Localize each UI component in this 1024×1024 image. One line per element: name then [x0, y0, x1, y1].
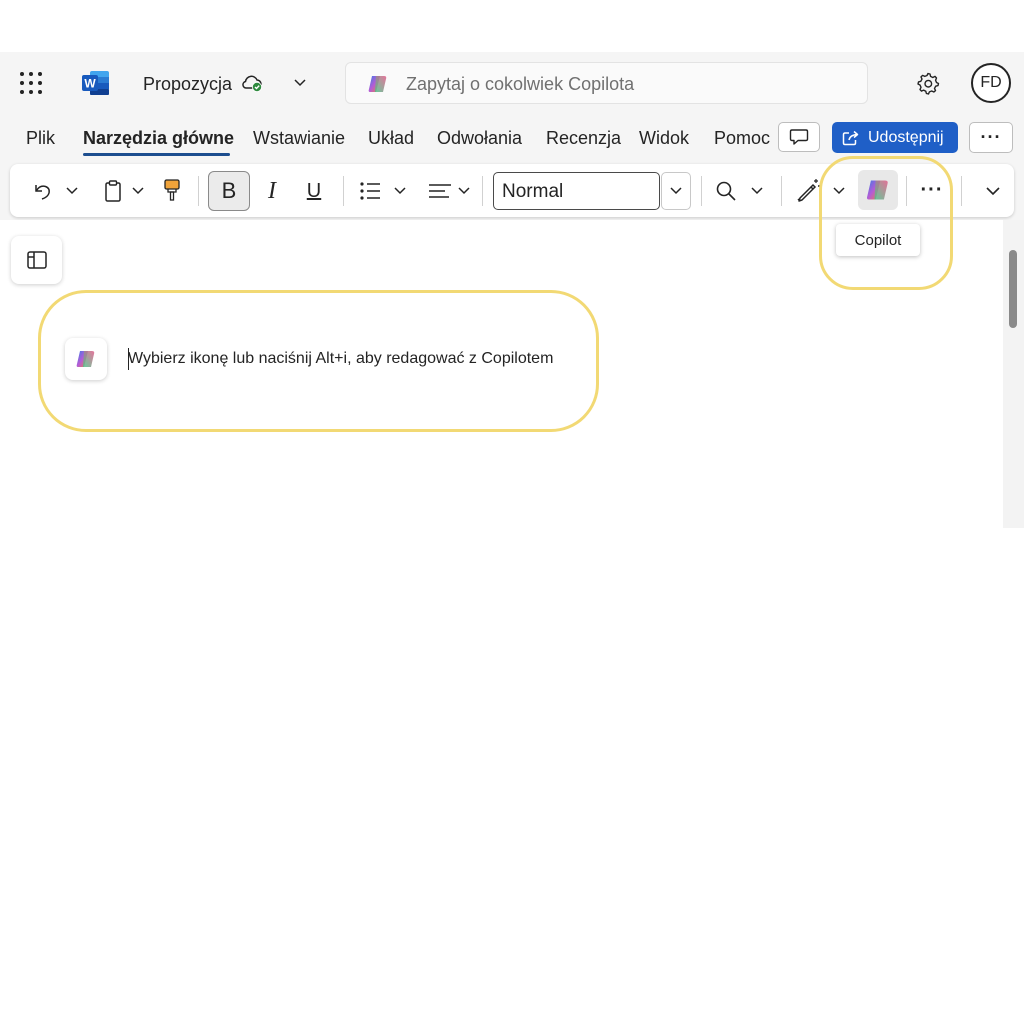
- format-painter-icon[interactable]: [162, 177, 182, 205]
- navigation-pane-button[interactable]: [11, 236, 62, 284]
- copilot-icon: [368, 76, 387, 92]
- designer-pen-icon[interactable]: [794, 176, 822, 204]
- more-options-button[interactable]: ···: [969, 122, 1013, 153]
- formatting-toolbar: B I U Normal ···: [10, 164, 1014, 217]
- navigation-pane-icon: [26, 251, 47, 269]
- paste-clipboard-icon[interactable]: [102, 178, 124, 204]
- tab-pomoc[interactable]: Pomoc: [714, 128, 770, 149]
- toolbar-divider: [701, 176, 702, 206]
- find-chevron-icon[interactable]: [750, 185, 764, 197]
- word-logo-letter: W: [84, 77, 96, 91]
- tab-wstawianie[interactable]: Wstawianie: [253, 128, 345, 149]
- designer-chevron-icon[interactable]: [832, 185, 846, 197]
- ribbon-collapse-chevron-icon[interactable]: [982, 178, 1004, 204]
- chevron-down-icon[interactable]: [292, 77, 308, 89]
- align-left-icon[interactable]: [427, 179, 453, 203]
- tab-widok[interactable]: Widok: [639, 128, 689, 149]
- copilot-prompt-text: Wybierz ikonę lub naciśnij Alt+i, aby re…: [128, 350, 554, 367]
- user-avatar[interactable]: FD: [971, 63, 1011, 103]
- undo-dropdown-chevron-icon[interactable]: [65, 185, 79, 197]
- tab-odwolania[interactable]: Odwołania: [437, 128, 522, 149]
- copilot-tooltip: Copilot: [836, 224, 920, 256]
- chevron-down-icon: [670, 187, 682, 195]
- tab-plik[interactable]: Plik: [26, 128, 55, 149]
- search-placeholder: Zapytaj o cokolwiek Copilota: [406, 74, 635, 94]
- word-window: W Propozycja Zapytaj o cokolwiek Copilot…: [0, 52, 1024, 528]
- share-icon: [842, 130, 859, 145]
- document-title[interactable]: Propozycja: [143, 74, 232, 95]
- share-button[interactable]: Udostępnij: [832, 122, 958, 153]
- paragraph-style-select[interactable]: Normal: [493, 172, 660, 210]
- italic-button[interactable]: I: [260, 174, 284, 208]
- toolbar-divider: [781, 176, 782, 206]
- share-label: Udostępnij: [868, 128, 944, 146]
- undo-icon[interactable]: [30, 179, 54, 203]
- tab-recenzja[interactable]: Recenzja: [546, 128, 621, 149]
- search-icon[interactable]: [715, 180, 737, 202]
- toolbar-divider: [198, 176, 199, 206]
- cloud-saved-icon[interactable]: [240, 73, 264, 93]
- paste-dropdown-chevron-icon[interactable]: [131, 185, 145, 197]
- copilot-icon: [866, 180, 888, 200]
- toolbar-divider: [482, 176, 483, 206]
- copilot-icon: [76, 351, 95, 367]
- scrollbar-thumb[interactable]: [1009, 250, 1017, 328]
- gear-icon[interactable]: [916, 71, 940, 95]
- toolbar-more-button[interactable]: ···: [918, 178, 946, 202]
- comments-button[interactable]: [778, 122, 820, 152]
- app-launcher-icon[interactable]: [20, 72, 42, 94]
- word-logo-icon[interactable]: W: [82, 70, 110, 96]
- bullet-list-icon[interactable]: [358, 179, 382, 203]
- alignment-chevron-icon[interactable]: [457, 185, 471, 197]
- toolbar-divider: [961, 176, 962, 206]
- underline-button[interactable]: U: [302, 174, 326, 208]
- copilot-button[interactable]: [858, 170, 898, 210]
- document-canvas[interactable]: [0, 220, 1003, 528]
- toolbar-divider: [906, 176, 907, 206]
- copilot-search-input[interactable]: Zapytaj o cokolwiek Copilota: [345, 62, 868, 104]
- style-dropdown-button[interactable]: [661, 172, 691, 210]
- comment-icon: [789, 129, 809, 145]
- tab-uklad[interactable]: Układ: [368, 128, 414, 149]
- toolbar-divider: [343, 176, 344, 206]
- inline-copilot-button[interactable]: [65, 338, 107, 380]
- bold-button[interactable]: B: [208, 171, 250, 211]
- tab-narzedzia-glowne[interactable]: Narzędzia główne: [83, 128, 234, 149]
- bullet-list-chevron-icon[interactable]: [393, 185, 407, 197]
- active-tab-indicator: [83, 153, 230, 156]
